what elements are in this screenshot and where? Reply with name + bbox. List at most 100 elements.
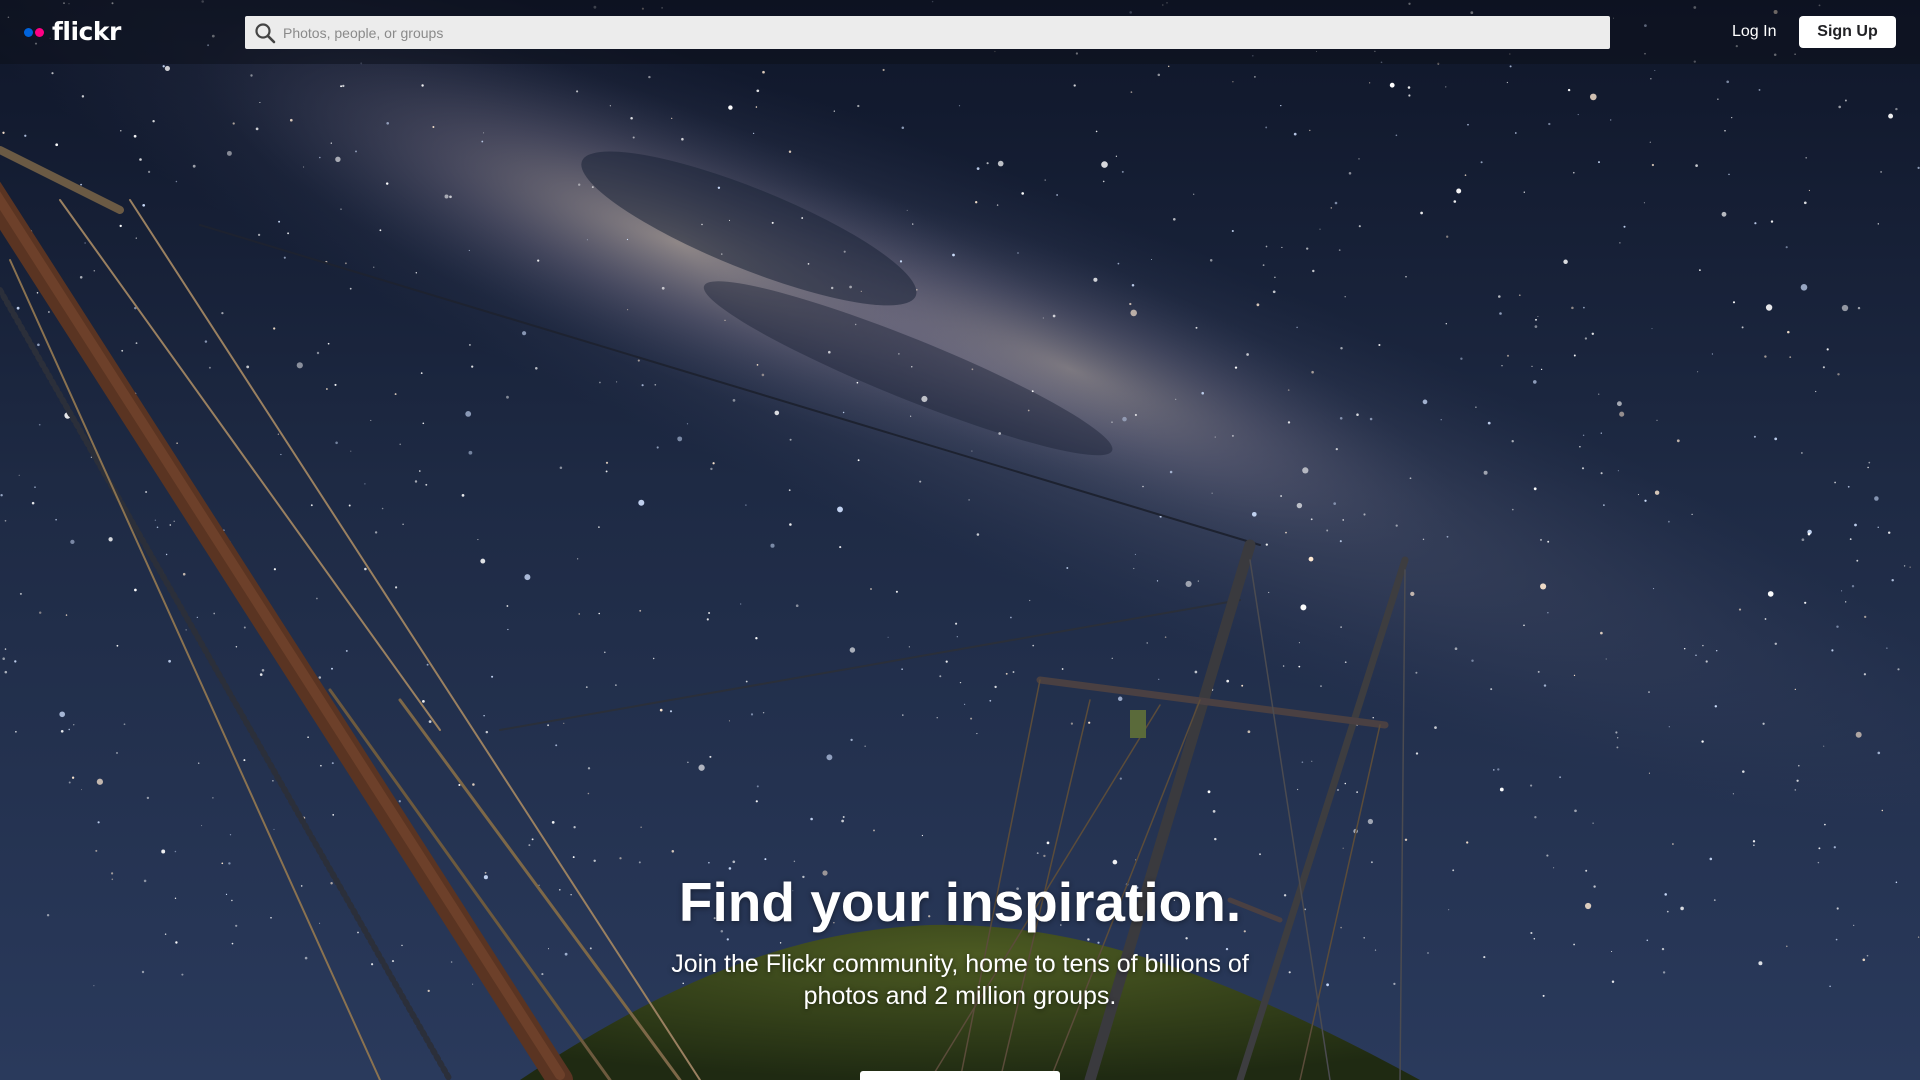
signup-button[interactable]: Sign Up (1799, 16, 1896, 48)
star (70, 539, 75, 545)
star (686, 423, 689, 425)
star (986, 162, 989, 165)
star (1395, 134, 1398, 137)
star (1787, 330, 1790, 334)
star (1172, 217, 1176, 221)
star (1302, 467, 1309, 474)
star (1849, 538, 1852, 540)
star (901, 126, 905, 130)
star (910, 415, 912, 417)
star (422, 422, 425, 425)
star (1338, 249, 1341, 251)
star (272, 779, 274, 782)
star (147, 170, 151, 174)
logo-wordmark: flickr (52, 17, 121, 46)
star (1415, 752, 1419, 755)
star (38, 611, 42, 614)
star (1581, 467, 1585, 470)
star (997, 160, 1004, 167)
star (1774, 437, 1778, 441)
star (1863, 673, 1867, 676)
star (994, 685, 997, 689)
login-link[interactable]: Log In (1718, 18, 1790, 46)
star (1881, 809, 1884, 812)
star (1822, 366, 1825, 369)
star (1807, 532, 1811, 536)
star (1358, 225, 1361, 228)
star (84, 242, 86, 244)
star (761, 373, 765, 377)
star (1826, 348, 1829, 351)
star (226, 150, 232, 156)
star (919, 480, 922, 483)
star (1857, 306, 1861, 310)
star (208, 366, 211, 369)
star (1697, 371, 1699, 373)
star (458, 783, 461, 787)
star (1887, 531, 1891, 534)
star (1265, 245, 1268, 248)
star (55, 518, 57, 521)
star (1036, 852, 1039, 855)
star (745, 504, 747, 506)
star (1584, 337, 1588, 340)
star (173, 520, 175, 523)
star (1668, 726, 1670, 728)
star (789, 438, 792, 441)
star (524, 574, 531, 581)
star (756, 89, 760, 93)
star (841, 819, 844, 823)
star (842, 411, 845, 414)
star (355, 150, 357, 153)
star (425, 483, 428, 486)
star (830, 286, 834, 290)
star (1298, 665, 1301, 668)
star (1115, 155, 1118, 157)
star (1654, 490, 1660, 495)
star (18, 474, 20, 476)
star (1420, 211, 1423, 215)
star (1042, 317, 1044, 319)
star (855, 323, 857, 326)
star (1344, 295, 1346, 298)
star (1409, 477, 1412, 480)
star (1804, 601, 1807, 604)
star (1296, 326, 1298, 329)
star (1754, 222, 1757, 225)
star (1487, 421, 1491, 425)
start-for-free-button[interactable] (860, 1071, 1060, 1080)
star (1617, 737, 1619, 739)
star (485, 730, 489, 734)
star (60, 729, 64, 733)
star (119, 224, 122, 228)
star (1591, 332, 1595, 336)
star (1281, 246, 1283, 248)
star (1854, 523, 1857, 527)
star (1714, 705, 1718, 708)
search-icon[interactable] (254, 22, 276, 44)
star (204, 340, 208, 343)
flickr-logo[interactable]: flickr (24, 17, 121, 47)
star (348, 504, 351, 507)
star (669, 710, 673, 713)
star (1207, 790, 1211, 794)
star (573, 826, 576, 829)
star (1573, 171, 1575, 174)
search-input[interactable] (283, 17, 1610, 48)
search-bar[interactable] (245, 16, 1610, 49)
star (1310, 518, 1313, 521)
star (587, 767, 591, 770)
star (1770, 220, 1774, 223)
star (1293, 132, 1297, 136)
star (139, 158, 142, 161)
star (4, 648, 7, 650)
star (850, 738, 853, 742)
star (1498, 295, 1501, 298)
star (250, 74, 253, 77)
star (287, 232, 290, 235)
star (1695, 164, 1698, 167)
star (752, 132, 755, 135)
star (1446, 535, 1449, 538)
star (898, 353, 900, 355)
star (1319, 228, 1321, 230)
